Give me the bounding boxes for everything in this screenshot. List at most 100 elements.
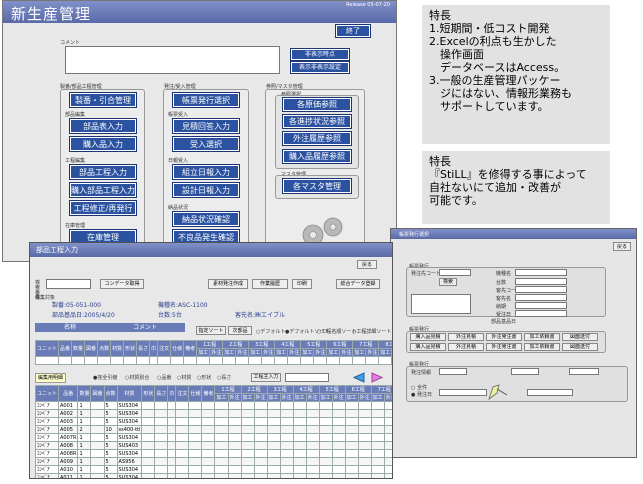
table-cell[interactable] (214, 409, 229, 418)
outsource-ref-button[interactable]: 外注履歴参照 (282, 131, 352, 146)
table-cell[interactable] (58, 356, 73, 365)
order-filter-select[interactable] (569, 368, 599, 375)
comment-button-settings[interactable]: 表示非表示設定 (290, 61, 350, 74)
table-cell[interactable]: 1 (77, 473, 92, 478)
accept-select-button[interactable]: 受入選択 (172, 136, 240, 152)
table-cell[interactable]: A007R (58, 433, 79, 442)
table-cell[interactable] (214, 425, 229, 434)
table-cell[interactable] (357, 441, 372, 450)
table-cell[interactable] (383, 465, 392, 474)
table-cell[interactable] (201, 465, 216, 474)
table-cell[interactable]: A008 (58, 441, 79, 450)
table-cell[interactable] (154, 449, 169, 458)
table-cell[interactable] (344, 433, 359, 442)
cost-ref-button[interactable]: 各原価参照 (282, 97, 352, 112)
table-cell[interactable] (287, 356, 302, 365)
purchase-input-button[interactable]: 購入品入力 (69, 136, 137, 152)
table-cell[interactable] (248, 356, 263, 365)
table-cell[interactable] (167, 409, 177, 418)
table-cell[interactable] (141, 457, 156, 466)
table-cell[interactable] (318, 417, 333, 426)
table-cell[interactable] (279, 473, 294, 478)
table-cell[interactable] (279, 465, 294, 474)
table-cell[interactable] (84, 356, 99, 365)
table-cell[interactable] (214, 433, 229, 442)
table-cell[interactable] (136, 356, 151, 365)
table-cell[interactable] (188, 473, 203, 478)
filter-radio-4[interactable]: ○材質 (177, 374, 191, 381)
table-cell[interactable] (71, 356, 86, 365)
table-cell[interactable] (253, 473, 268, 478)
table-cell[interactable] (170, 356, 185, 365)
table-cell[interactable] (344, 473, 359, 478)
table-cell[interactable] (331, 417, 346, 426)
table-cell[interactable] (292, 441, 307, 450)
table-cell[interactable] (253, 417, 268, 426)
order-right-field[interactable] (515, 286, 567, 293)
doc-button-2[interactable]: 外注見積 (448, 333, 484, 341)
table-cell[interactable] (253, 457, 268, 466)
table-cell[interactable] (240, 465, 255, 474)
table-cell[interactable] (253, 433, 268, 442)
parts-back-button[interactable]: 戻る (357, 260, 377, 269)
table-cell[interactable] (141, 401, 156, 410)
table-cell[interactable]: 1 (77, 465, 92, 474)
table-cell[interactable]: 1 (77, 449, 92, 458)
table-cell[interactable] (141, 465, 156, 474)
comment-button-hide[interactable]: 非表示時点 (290, 48, 350, 61)
order-filter-select[interactable] (439, 368, 467, 375)
table-cell[interactable] (34, 356, 60, 365)
table-cell[interactable] (188, 409, 203, 418)
table-cell[interactable] (154, 473, 169, 478)
table-cell[interactable]: A003 (58, 417, 79, 426)
table-cell[interactable] (331, 449, 346, 458)
table-cell[interactable] (357, 473, 372, 478)
table-cell[interactable]: ｺﾝﾍﾞｱ (34, 473, 60, 478)
table-cell[interactable]: 1 (77, 409, 92, 418)
comment-box[interactable] (65, 46, 280, 74)
table-cell[interactable] (201, 449, 216, 458)
table-cell[interactable] (167, 457, 177, 466)
order-filter-select[interactable] (511, 368, 539, 375)
table-cell[interactable] (201, 401, 216, 410)
sort-radio-1[interactable]: ○デフォルト (256, 328, 285, 335)
table-cell[interactable] (279, 425, 294, 434)
table-cell[interactable] (318, 401, 333, 410)
table-cell[interactable] (344, 425, 359, 434)
table-cell[interactable] (370, 417, 385, 426)
table-cell[interactable] (305, 441, 320, 450)
table-cell[interactable] (188, 465, 203, 474)
table-cell[interactable] (253, 449, 268, 458)
assembly-daily-button[interactable]: 組立日報入力 (172, 164, 240, 180)
table-cell[interactable] (357, 465, 372, 474)
table-cell[interactable] (201, 425, 216, 434)
table-cell[interactable] (90, 441, 105, 450)
table-cell[interactable]: 5 (103, 417, 118, 426)
table-cell[interactable] (339, 356, 354, 365)
table-cell[interactable] (357, 401, 372, 410)
arrow-right-icon[interactable] (371, 372, 383, 383)
table-cell[interactable] (97, 356, 112, 365)
arrow-left-icon[interactable] (353, 372, 365, 383)
table-cell[interactable] (240, 409, 255, 418)
table-cell[interactable] (167, 465, 177, 474)
table-cell[interactable]: AS956 (116, 457, 143, 466)
filter-process-button[interactable]: 工程主入力 (251, 373, 281, 382)
table-cell[interactable] (292, 473, 307, 478)
table-cell[interactable] (266, 457, 281, 466)
process-revise-button[interactable]: 工程修正/再発行 (69, 200, 137, 216)
table-cell[interactable] (370, 409, 385, 418)
table-cell[interactable] (318, 449, 333, 458)
table-cell[interactable] (344, 409, 359, 418)
table-cell[interactable] (274, 356, 289, 365)
table-cell[interactable] (318, 457, 333, 466)
table-cell[interactable] (292, 401, 307, 410)
table-row[interactable]: ｺﾝﾍﾞｱ A005 2 10 ss400-ttl (34, 425, 392, 434)
table-cell[interactable] (253, 465, 268, 474)
table-cell[interactable]: A001 (58, 401, 79, 410)
table-cell[interactable] (90, 473, 105, 478)
table-cell[interactable] (292, 465, 307, 474)
table-cell[interactable] (357, 449, 372, 458)
order-right-field[interactable] (515, 310, 567, 317)
table-cell[interactable]: ｺﾝﾍﾞｱ (34, 409, 60, 418)
